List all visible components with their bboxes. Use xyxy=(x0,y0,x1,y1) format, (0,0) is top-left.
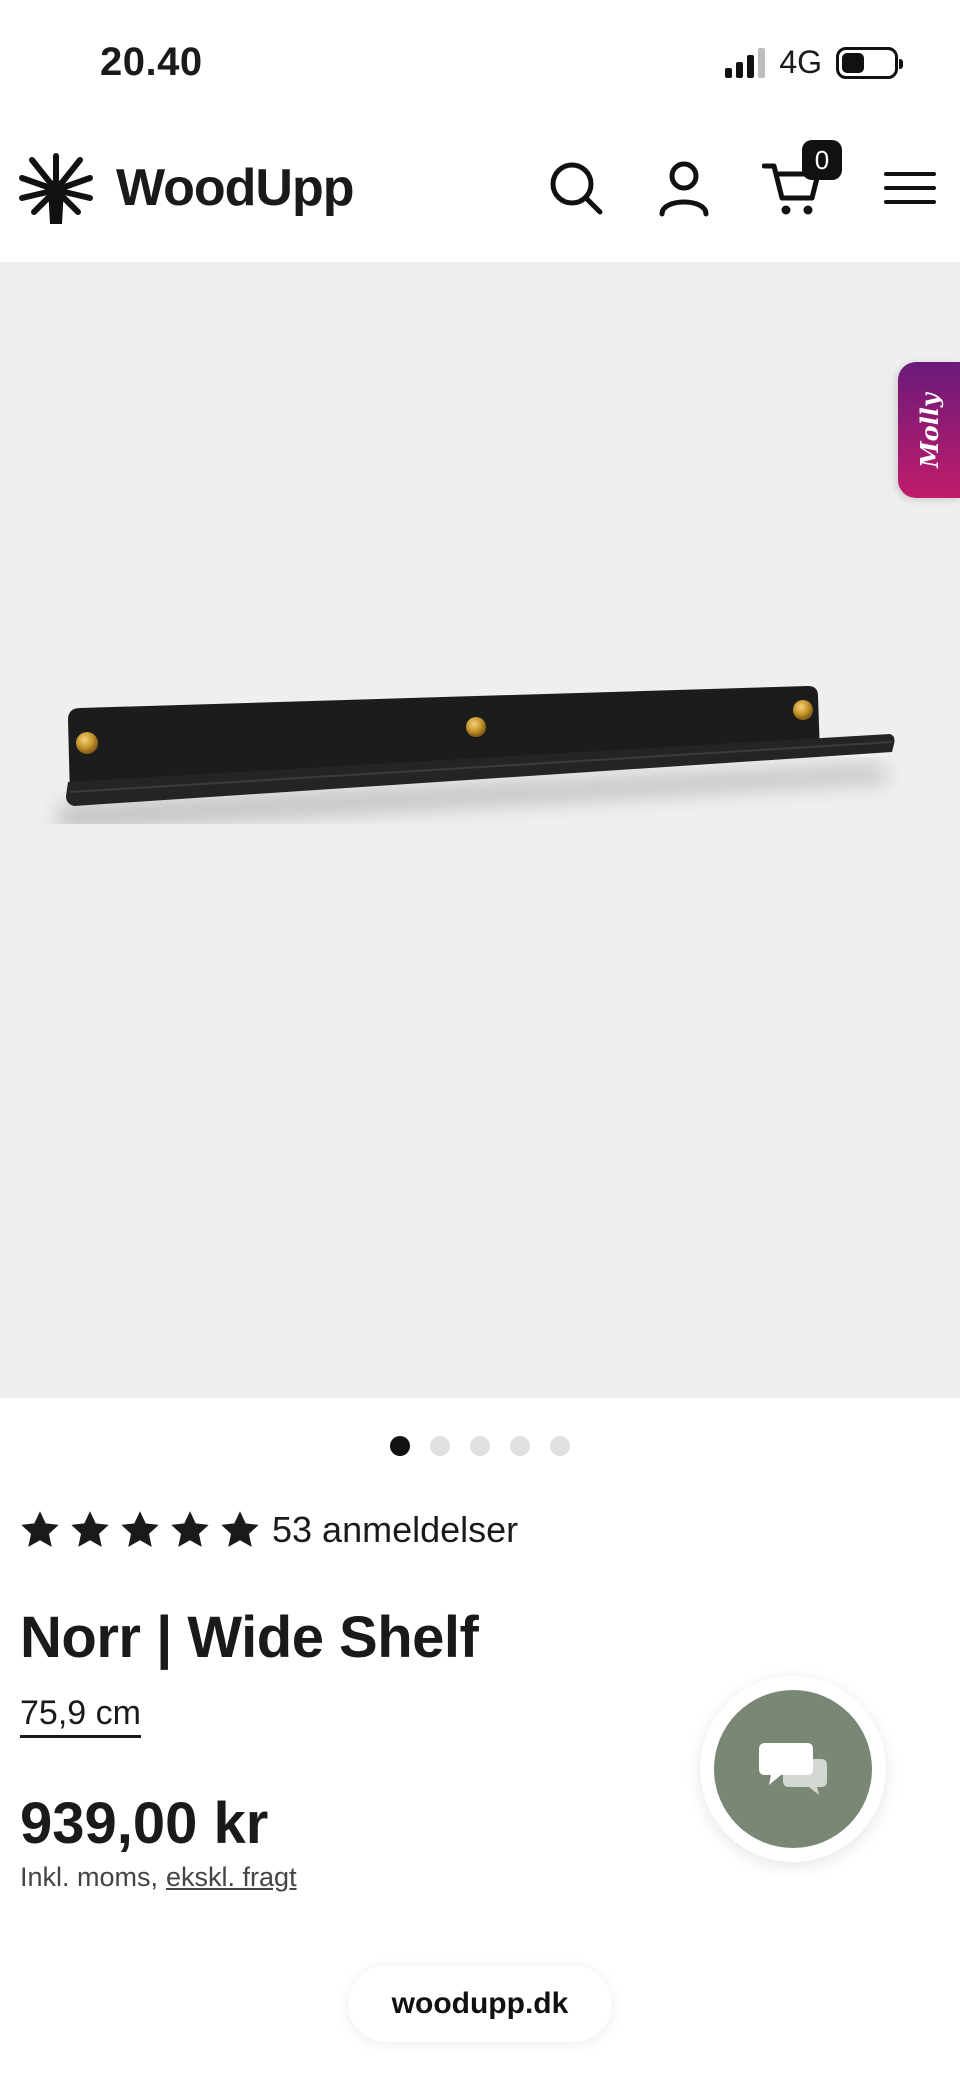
brand-name: WoodUpp xyxy=(116,159,355,217)
molly-assistant-tab[interactable]: Molly xyxy=(898,362,960,498)
tax-note-text: Inkl. moms, xyxy=(20,1862,159,1892)
gallery-dot-2[interactable] xyxy=(430,1436,450,1456)
product-image-gallery[interactable]: Molly xyxy=(0,264,960,1398)
chat-icon xyxy=(759,1743,827,1795)
star-icon xyxy=(171,1511,209,1547)
shipping-info-link[interactable]: ekskl. fragt xyxy=(166,1862,297,1892)
account-icon[interactable] xyxy=(654,158,714,218)
molly-tab-label: Molly xyxy=(914,392,944,468)
product-title: Norr | Wide Shelf xyxy=(20,1605,479,1670)
status-time: 20.40 xyxy=(100,40,203,84)
status-indicators: 4G xyxy=(725,44,903,81)
menu-icon[interactable] xyxy=(882,158,938,218)
gallery-dot-3[interactable] xyxy=(470,1436,490,1456)
gallery-pagination xyxy=(0,1436,960,1456)
search-icon[interactable] xyxy=(546,158,606,218)
product-price: 939,00 kr xyxy=(20,1791,269,1856)
product-image-shelf xyxy=(58,686,895,824)
gallery-dot-4[interactable] xyxy=(510,1436,530,1456)
chat-button[interactable] xyxy=(700,1676,886,1862)
product-rating[interactable]: 53 anmeldelser xyxy=(18,1508,518,1552)
gallery-dot-1[interactable] xyxy=(390,1436,410,1456)
size-variant-link[interactable]: 75,9 cm xyxy=(20,1694,141,1738)
star-icon xyxy=(71,1511,109,1547)
status-bar: 20.40 4G xyxy=(0,0,960,128)
site-header: WoodUpp 0 xyxy=(0,128,960,264)
reviews-count-link[interactable]: 53 anmeldelser xyxy=(272,1509,518,1551)
tree-logo-icon xyxy=(19,153,93,224)
star-icon xyxy=(221,1511,259,1547)
battery-icon xyxy=(836,46,903,79)
chat-button-circle xyxy=(714,1690,872,1848)
tax-note: Inkl. moms, ekskl. fragt xyxy=(20,1862,297,1893)
star-icon xyxy=(121,1511,159,1547)
cart-count-badge: 0 xyxy=(802,140,842,180)
star-icon xyxy=(21,1511,59,1547)
gallery-dot-5[interactable] xyxy=(550,1436,570,1456)
signal-icon xyxy=(725,47,766,78)
network-label: 4G xyxy=(779,44,822,80)
browser-url-bar[interactable]: woodupp.dk xyxy=(348,1966,612,2042)
brand-logo[interactable]: WoodUpp xyxy=(18,150,355,226)
